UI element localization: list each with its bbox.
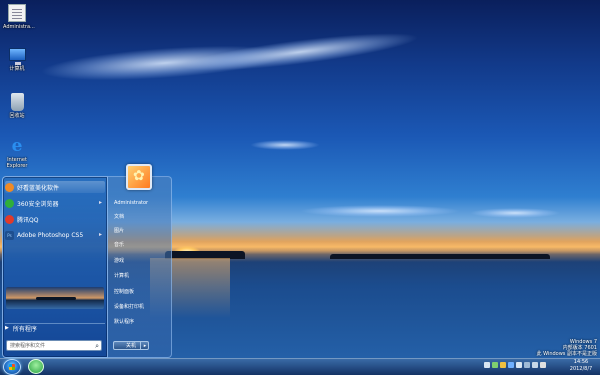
tray-icon[interactable] — [508, 362, 514, 368]
photoshop-icon: Ps — [5, 230, 14, 240]
qq-icon — [5, 214, 14, 224]
start-menu-devices-printers[interactable]: 设备和打印机 — [114, 302, 170, 311]
desktop-icon-label: Administra... — [3, 24, 35, 30]
desktop-icon-recycle-bin[interactable]: 回收站 — [3, 93, 31, 119]
start-menu-documents[interactable]: 文档 — [114, 212, 170, 221]
start-menu-control-panel[interactable]: 控制面板 — [114, 287, 170, 296]
program-label: 好看蓝美化软件 — [17, 184, 60, 192]
start-menu-background-picture — [6, 287, 104, 309]
wallpaper-cloud — [250, 140, 320, 150]
triangle-right-icon: ▶ — [5, 325, 9, 331]
start-search-input[interactable]: 搜索程序和文件 ⌕ — [6, 340, 102, 351]
start-menu-games[interactable]: 游戏 — [114, 256, 170, 265]
flag-icon[interactable] — [540, 362, 546, 368]
clock-date: 2012/8/7 — [569, 366, 593, 372]
start-menu-pictures[interactable]: 图片 — [114, 226, 170, 235]
beautify-app-icon — [5, 182, 14, 192]
all-programs-button[interactable]: ▶ 所有程序 — [5, 323, 105, 333]
windows-watermark: Windows 7 内部版本 7601 此 Windows 副本不是正版 — [537, 339, 598, 357]
internet-explorer-icon: e — [11, 136, 23, 156]
shutdown-options-arrow-icon[interactable]: ▸ — [140, 341, 149, 350]
far-shore-silhouette — [330, 254, 550, 259]
notification-area — [484, 362, 546, 368]
start-menu-program-photoshop[interactable]: Ps Adobe Photoshop CS5 ▸ — [5, 229, 105, 241]
tray-icon[interactable] — [492, 362, 498, 368]
network-icon[interactable] — [524, 362, 530, 368]
program-label: 360安全浏览器 — [17, 200, 59, 208]
search-placeholder: 搜索程序和文件 — [10, 343, 46, 349]
clock-time: 14:56 — [573, 359, 589, 365]
start-button[interactable] — [3, 359, 21, 375]
program-label: Adobe Photoshop CS5 — [17, 231, 84, 239]
wallpaper-cloud — [300, 205, 460, 217]
start-menu-user-folder[interactable]: Administrator — [114, 198, 170, 207]
desktop-icon-administrator[interactable]: Administra... — [3, 4, 35, 30]
all-programs-label: 所有程序 — [12, 325, 37, 333]
desktop-icon-label: Internet Explorer — [6, 157, 28, 169]
program-label: 腾讯QQ — [17, 216, 39, 224]
search-icon[interactable]: ⌕ — [95, 342, 99, 351]
recycle-bin-icon — [10, 93, 24, 111]
start-menu-program-360-browser[interactable]: 360安全浏览器 ▸ — [5, 197, 105, 209]
submenu-arrow-icon[interactable]: ▸ — [99, 231, 102, 238]
tray-icon[interactable] — [500, 362, 506, 368]
document-icon — [8, 4, 26, 22]
start-menu-music[interactable]: 音乐 — [114, 240, 170, 249]
desktop-icon-internet-explorer[interactable]: e Internet Explorer — [3, 137, 31, 169]
tray-icon[interactable] — [516, 362, 522, 368]
computer-icon — [8, 48, 26, 65]
desktop-icon-label: 回收站 — [9, 113, 25, 119]
taskbar-360-browser-button[interactable] — [28, 359, 44, 374]
user-account-picture[interactable] — [126, 164, 152, 190]
start-menu-program-qq[interactable]: 腾讯QQ — [5, 213, 105, 225]
wallpaper-cloud — [470, 208, 560, 218]
start-menu-default-programs[interactable]: 默认程序 — [114, 317, 170, 326]
submenu-arrow-icon[interactable]: ▸ — [99, 199, 102, 206]
tray-icon[interactable] — [484, 362, 490, 368]
start-menu-program-beautify[interactable]: 好看蓝美化软件 — [5, 181, 105, 193]
volume-icon[interactable] — [532, 362, 538, 368]
start-menu-computer[interactable]: 计算机 — [114, 271, 170, 280]
watermark-line-3: 此 Windows 副本不是正版 — [536, 351, 598, 357]
taskbar-clock[interactable]: 14:56 2012/8/7 — [566, 359, 596, 373]
desktop-icon-label: 计算机 — [9, 66, 25, 72]
desktop-icon-computer[interactable]: 计算机 — [3, 48, 31, 72]
360-browser-icon — [5, 198, 14, 208]
